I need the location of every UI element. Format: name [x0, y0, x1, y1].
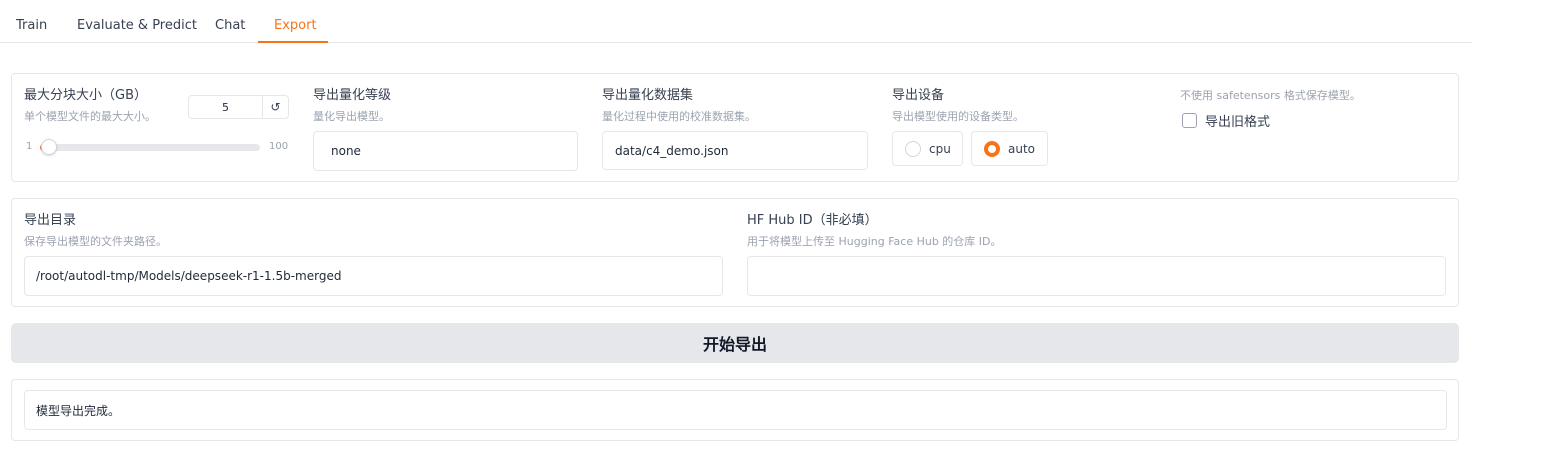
- quant-dataset-label: 导出量化数据集: [602, 88, 694, 103]
- max-shard-value[interactable]: 5: [189, 96, 263, 118]
- export-target-panel: 导出目录 保存导出模型的文件夹路径。 /root/autodl-tmp/Mode…: [11, 198, 1459, 307]
- slider-min-label: 1: [26, 141, 33, 152]
- export-dir-info: 保存导出模型的文件夹路径。: [24, 235, 167, 248]
- start-export-button[interactable]: 开始导出: [11, 323, 1459, 363]
- legacy-format-label: 导出旧格式: [1205, 115, 1271, 130]
- legacy-format-checkbox[interactable]: [1182, 113, 1197, 128]
- max-shard-info: 单个模型文件的最大大小。: [24, 110, 156, 123]
- output-textbox[interactable]: 模型导出完成。: [24, 390, 1447, 430]
- quant-bit-info: 量化导出模型。: [313, 110, 390, 123]
- tab-chat[interactable]: Chat: [199, 0, 261, 43]
- max-shard-slider-track[interactable]: [40, 144, 260, 151]
- tab-train[interactable]: Train: [0, 0, 63, 43]
- radio-auto[interactable]: auto: [971, 131, 1048, 166]
- export-settings-panel: 最大分块大小（GB） 单个模型文件的最大大小。 5 ↺ 1 100 导出量化等级…: [11, 73, 1459, 182]
- slider-max-label: 100: [269, 141, 289, 152]
- output-panel: 模型导出完成。: [11, 379, 1459, 441]
- export-device-info: 导出模型使用的设备类型。: [892, 110, 1024, 123]
- tab-bar: Train Evaluate & Predict Chat Export: [0, 0, 1472, 43]
- quant-bit-dropdown[interactable]: none: [313, 131, 578, 171]
- max-shard-number-input: 5 ↺: [188, 95, 289, 119]
- radio-auto-label: auto: [1008, 141, 1036, 156]
- radio-auto-circle-checked: [984, 140, 1000, 157]
- max-shard-label: 最大分块大小（GB）: [24, 88, 147, 103]
- hub-id-input[interactable]: [747, 256, 1446, 296]
- export-dir-input[interactable]: /root/autodl-tmp/Models/deepseek-r1-1.5b…: [24, 256, 723, 296]
- radio-cpu[interactable]: cpu: [892, 131, 963, 166]
- quant-dataset-info: 量化过程中使用的校准数据集。: [602, 110, 756, 123]
- hub-id-info: 用于将模型上传至 Hugging Face Hub 的仓库 ID。: [747, 235, 1002, 248]
- radio-cpu-label: cpu: [929, 141, 951, 156]
- tab-export[interactable]: Export: [258, 0, 328, 43]
- hub-id-label: HF Hub ID（非必填）: [747, 213, 878, 228]
- tab-evaluate-predict[interactable]: Evaluate & Predict: [61, 0, 213, 43]
- radio-cpu-circle: [905, 140, 921, 157]
- legacy-format-info: 不使用 safetensors 格式保存模型。: [1180, 89, 1361, 102]
- export-device-label: 导出设备: [892, 88, 945, 103]
- quant-bit-label: 导出量化等级: [313, 88, 392, 103]
- max-shard-slider-thumb[interactable]: [40, 139, 57, 155]
- export-dir-label: 导出目录: [24, 213, 77, 228]
- quant-dataset-input[interactable]: data/c4_demo.json: [602, 131, 868, 170]
- reset-icon[interactable]: ↺: [263, 96, 288, 118]
